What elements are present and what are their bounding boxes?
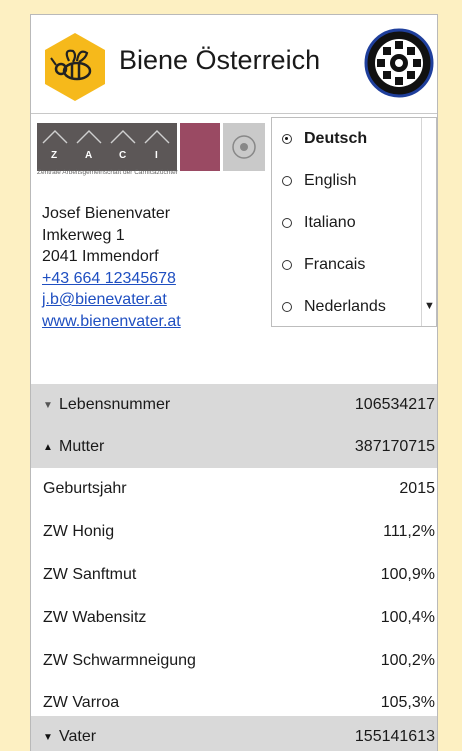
row-label: Geburtsjahr xyxy=(43,480,127,497)
contact-info: Josef Bienenvater Imkerweg 1 2041 Immend… xyxy=(42,203,181,332)
row-value: 105,3% xyxy=(380,694,435,711)
row-label: ZW Varroa xyxy=(43,694,120,711)
row-label: Mutter xyxy=(59,438,105,455)
banner-caption: Zentrale Arbeitsgemeinschaft der Carnica… xyxy=(37,169,178,176)
language-scrollbar[interactable]: ▼ xyxy=(421,118,436,326)
table-row: ZW Wabensitz 100,4% xyxy=(31,597,437,639)
app-header: Biene Österreich xyxy=(31,15,437,111)
round-emblem-logo-icon xyxy=(364,28,434,98)
language-label: Deutsch xyxy=(304,130,368,147)
table-row-mutter[interactable]: ▲ Mutter 387170715 xyxy=(31,426,437,468)
row-value: 155141613 xyxy=(354,728,435,745)
language-option-deutsch[interactable]: Deutsch xyxy=(282,130,367,148)
table-row: Geburtsjahr 2015 xyxy=(31,468,437,510)
row-value: 100,4% xyxy=(380,609,435,626)
banner-letter: C xyxy=(119,150,126,161)
table-row: ZW Honig 111,2% xyxy=(31,511,437,553)
radio-icon xyxy=(282,302,292,312)
radio-icon xyxy=(282,176,292,186)
radio-icon xyxy=(282,218,292,228)
email-link[interactable]: j.b@bienevater.at xyxy=(42,291,167,308)
contact-name: Josef Bienenvater xyxy=(42,205,171,222)
contact-street: Imkerweg 1 xyxy=(42,226,125,244)
website-link[interactable]: www.bienenvater.at xyxy=(42,313,181,330)
collapse-arrow-icon: ▲ xyxy=(43,441,53,453)
language-option-francais[interactable]: Francais xyxy=(282,256,365,274)
table-row: ZW Sanftmut 100,9% xyxy=(31,554,437,596)
language-option-english[interactable]: English xyxy=(282,172,356,190)
row-label: ZW Sanftmut xyxy=(43,566,137,583)
banner-letter: I xyxy=(155,150,158,161)
row-label: Lebensnummer xyxy=(59,396,171,413)
scroll-down-arrow-icon[interactable]: ▼ xyxy=(424,300,435,312)
radio-icon xyxy=(282,260,292,270)
row-label: ZW Wabensitz xyxy=(43,609,147,626)
language-option-italiano[interactable]: Italiano xyxy=(282,214,356,232)
row-value: 111,2% xyxy=(383,523,435,540)
radio-icon xyxy=(282,134,292,144)
language-label: Italiano xyxy=(304,214,356,231)
row-label: Vater xyxy=(59,728,97,745)
row-label: ZW Honig xyxy=(43,523,115,540)
banner-letter: Z xyxy=(51,150,57,161)
table-row: ZW Schwarmneigung 100,2% xyxy=(31,640,437,682)
phone-link[interactable]: +43 664 12345678 xyxy=(42,270,176,287)
language-label: Nederlands xyxy=(304,298,386,315)
row-label: ZW Schwarmneigung xyxy=(43,652,196,669)
language-option-nederlands[interactable]: Nederlands xyxy=(282,298,386,316)
expand-arrow-icon: ▼ xyxy=(43,731,53,743)
app-title: Biene Österreich xyxy=(119,45,321,75)
app-panel: Biene Österreich Z A C I Zentrale Arbeit… xyxy=(30,14,438,751)
row-value: 106534217 xyxy=(354,396,435,413)
header-divider xyxy=(31,113,437,114)
bee-hex-logo-icon xyxy=(45,33,105,101)
banner-letter: A xyxy=(85,150,92,161)
row-value: 100,9% xyxy=(380,566,435,583)
expand-arrow-icon: ▼ xyxy=(43,399,53,411)
row-value: 2015 xyxy=(399,480,435,497)
row-value: 100,2% xyxy=(380,652,435,669)
row-value: 387170715 xyxy=(354,438,435,455)
language-label: Francais xyxy=(304,256,366,273)
table-row-vater[interactable]: ▼ Vater 155141613 xyxy=(31,716,437,751)
language-label: English xyxy=(304,172,357,189)
language-selector[interactable]: Deutsch English Italiano Francais Nederl… xyxy=(271,117,437,327)
table-row-lebensnummer[interactable]: ▼ Lebensnummer 106534217 xyxy=(31,384,437,426)
zaci-banner: Z A C I xyxy=(37,123,265,171)
contact-city: 2041 Immendorf xyxy=(42,248,159,265)
